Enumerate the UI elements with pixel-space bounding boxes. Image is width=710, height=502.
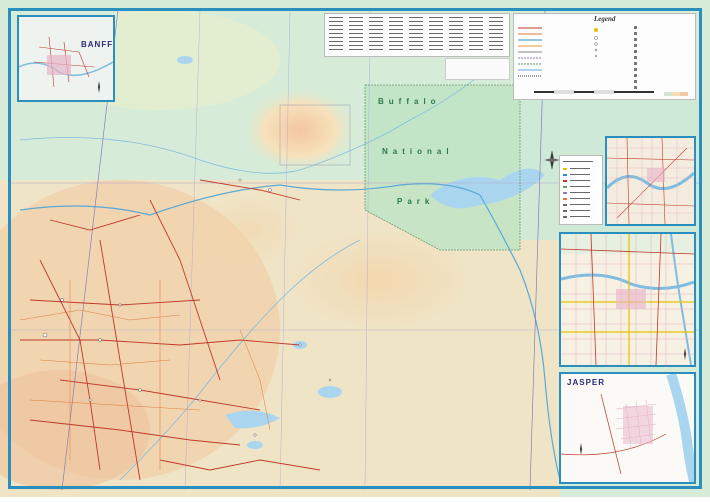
calgary-inset[interactable] (559, 232, 696, 367)
park-label-word1: Buffalo (378, 97, 441, 106)
banff-inset[interactable]: BANFF (17, 15, 115, 102)
park-label-word2: National (382, 147, 454, 156)
map-canvas[interactable]: BANFF Legend Buffalo National Park JASPE… (0, 0, 710, 497)
banff-inset-map (19, 17, 113, 100)
place-index (324, 13, 510, 57)
caribou-hills (240, 85, 360, 175)
calgary-inset-map (561, 234, 694, 365)
lake (177, 56, 193, 64)
lake (247, 441, 263, 449)
map-note (445, 58, 510, 80)
jasper-title: JASPER (567, 378, 606, 387)
city-legend-symbols (563, 161, 593, 218)
edmonton-inset-map (607, 138, 694, 224)
lake (318, 386, 342, 398)
jasper-inset[interactable]: JASPER (559, 372, 696, 484)
legend-symbols (518, 26, 688, 96)
edmonton-inset[interactable] (605, 136, 696, 226)
city-legend (559, 155, 603, 225)
place-index-lines (329, 17, 503, 50)
park-label-word3: Park (397, 197, 435, 206)
banff-title: BANFF (81, 40, 114, 49)
legend-panel: Legend (513, 13, 696, 100)
jasper-inset-map (561, 374, 694, 482)
